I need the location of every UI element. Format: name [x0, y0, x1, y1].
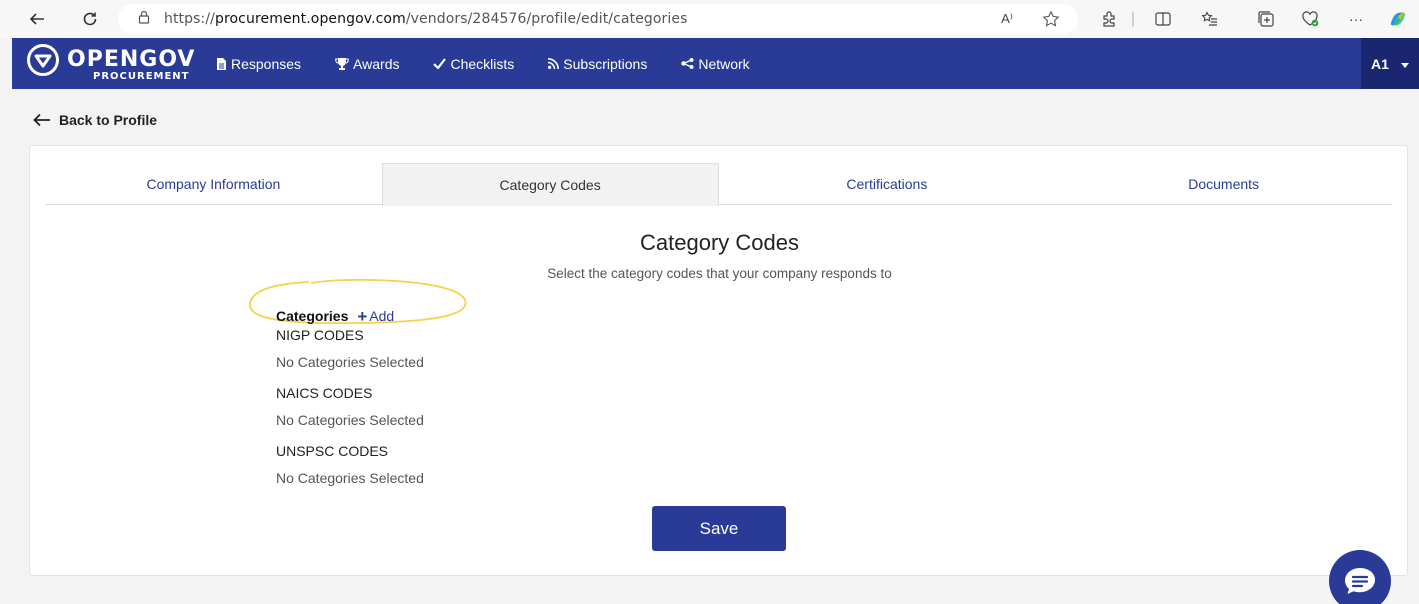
collections-icon[interactable]: [1255, 8, 1277, 30]
tab-certifications[interactable]: Certifications: [719, 163, 1056, 205]
naics-codes-group: NAICS CODES No Categories Selected: [276, 384, 536, 429]
categories-header: Categories + Add: [276, 306, 536, 326]
favorites-list-icon[interactable]: [1199, 8, 1221, 30]
rss-icon: [548, 58, 560, 69]
nav-responses[interactable]: Responses: [216, 56, 301, 72]
lock-icon: [138, 10, 150, 29]
user-menu[interactable]: A1: [1361, 38, 1419, 89]
arrow-left-icon: [33, 113, 50, 127]
code-group-empty: No Categories Selected: [276, 470, 424, 486]
nav-network[interactable]: Network: [681, 56, 750, 72]
address-bar[interactable]: https://procurement.opengov.com/vendors/…: [118, 4, 1078, 34]
user-initials: A1: [1371, 55, 1389, 72]
browser-toolbar: https://procurement.opengov.com/vendors/…: [0, 0, 1419, 38]
profile-tabs: Company Information Category Codes Certi…: [45, 163, 1392, 206]
more-options-icon[interactable]: ···: [1345, 8, 1367, 30]
code-group-empty: No Categories Selected: [276, 412, 424, 428]
document-icon: [216, 57, 227, 70]
back-arrow-icon[interactable]: [26, 8, 48, 30]
nav-checklists[interactable]: Checklists: [433, 56, 514, 72]
logo-subtitle: PROCUREMENT: [93, 71, 190, 82]
url-text: https://procurement.opengov.com/vendors/…: [164, 11, 688, 27]
section-title: Category Codes: [640, 230, 799, 255]
browser-essentials-icon[interactable]: [1299, 8, 1321, 30]
caret-down-icon: [1400, 55, 1409, 73]
add-category-button[interactable]: + Add: [357, 308, 394, 325]
main-nav: Responses Awards Checklists Subscription…: [216, 38, 784, 89]
app-navbar: OPENGOV PROCUREMENT Responses Awards Che…: [12, 38, 1419, 89]
chat-support-button[interactable]: [1329, 550, 1391, 604]
unspsc-codes-group: UNSPSC CODES No Categories Selected: [276, 442, 536, 487]
check-icon: [433, 58, 447, 69]
code-group-empty: No Categories Selected: [276, 354, 424, 370]
read-aloud-icon[interactable]: A⁾: [996, 8, 1018, 30]
code-group-title: NIGP CODES: [276, 327, 364, 343]
logo-title: OPENGOV: [67, 47, 196, 72]
tab-documents[interactable]: Documents: [1055, 163, 1392, 205]
save-button[interactable]: Save: [652, 506, 786, 551]
categories-block: Categories + Add NIGP CODES No Categorie…: [276, 306, 536, 487]
favorite-star-icon[interactable]: [1040, 8, 1062, 30]
profile-edit-card: Company Information Category Codes Certi…: [29, 145, 1408, 576]
opengov-logo-icon: [27, 44, 59, 76]
back-to-profile-link[interactable]: Back to Profile: [33, 112, 157, 128]
trophy-icon: [335, 57, 349, 70]
code-group-title: UNSPSC CODES: [276, 443, 389, 459]
refresh-icon[interactable]: [79, 8, 101, 30]
share-icon: [681, 58, 694, 69]
tab-category-codes[interactable]: Category Codes: [381, 163, 719, 206]
nav-awards[interactable]: Awards: [335, 56, 399, 72]
nigp-codes-group: NIGP CODES No Categories Selected: [276, 326, 536, 371]
tab-company-information[interactable]: Company Information: [45, 163, 382, 205]
extensions-icon[interactable]: [1098, 8, 1120, 30]
copilot-icon[interactable]: [1387, 8, 1409, 30]
plus-icon: +: [357, 306, 368, 326]
toolbar-divider: |: [1130, 10, 1136, 27]
nav-subscriptions[interactable]: Subscriptions: [548, 56, 647, 72]
section-subtitle: Select the category codes that your comp…: [547, 266, 892, 281]
code-group-title: NAICS CODES: [276, 385, 373, 401]
categories-label: Categories: [276, 308, 349, 324]
chat-bubble-icon: [1345, 568, 1375, 594]
split-screen-icon[interactable]: [1152, 8, 1174, 30]
